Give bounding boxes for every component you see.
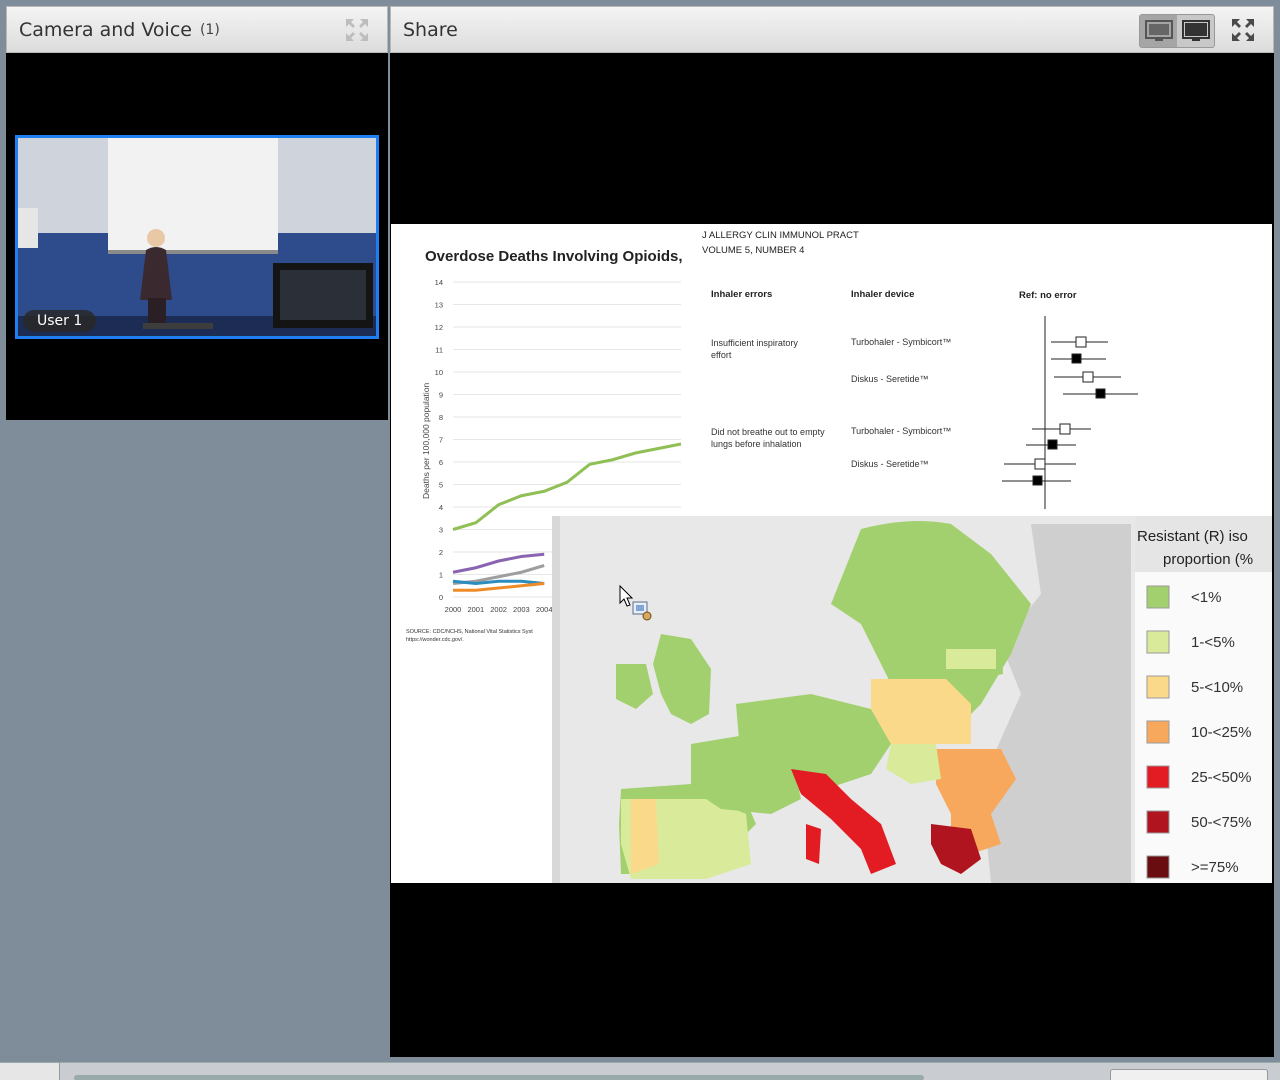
forest-plot [1002,316,1138,509]
x-tick-label: 2000 [445,605,462,614]
device-d-label: Diskus - Seretide™ [851,459,929,469]
camera-pod-header: Camera and Voice (1) [6,6,388,53]
x-tick-label: 2003 [513,605,530,614]
legend-label: >=75% [1191,859,1239,876]
device-a-label: Turbohaler - Symbicort™ [851,337,951,347]
device-c-label: Turbohaler - Symbicort™ [851,426,951,436]
webcam-video [18,138,376,336]
bottom-toolbar [0,1062,1280,1080]
col-inhaler-device: Inhaler device [851,289,914,300]
legend-swatch [1146,720,1170,744]
chart-title: Overdose Deaths Involving Opioids, [425,248,683,265]
legend-title-2: proportion (% [1163,551,1253,568]
share-pod-title: Share [403,18,458,41]
y-tick-label: 3 [439,526,443,535]
col-inhaler-errors: Inhaler errors [711,289,772,300]
legend-swatch [1146,765,1170,789]
chart-source: SOURCE: CDC/NCHS, National Vital Statist… [406,629,533,635]
series-line [453,582,545,592]
legend-label: 1-<5% [1191,634,1235,651]
x-tick-label: 2002 [490,605,507,614]
share-pod-body: Overdose Deaths Involving Opioids, Death… [390,53,1274,1057]
y-tick-label: 13 [435,301,443,310]
legend-swatch [1146,585,1170,609]
chart-source-url: https://wonder.cdc.gov/. [406,637,464,643]
legend-label: <1% [1191,589,1221,606]
fit-width-button[interactable] [1140,15,1177,47]
y-tick-label: 10 [435,368,443,377]
camera-pod-body: User 1 [6,53,388,420]
view-mode-toggle[interactable] [1139,14,1215,48]
x-tick-label: 2001 [467,605,484,614]
y-axis-ticks: 01234567891011121314 [435,278,443,602]
user-name-badge: User 1 [23,310,97,332]
series-line [452,579,545,586]
journal-name: J ALLERGY CLIN IMMUNOL PRACT [702,230,859,241]
camera-pod-title: Camera and Voice [19,18,192,41]
slide-canvas: Overdose Deaths Involving Opioids, Death… [406,230,1272,883]
attendee-count: (1) [199,21,220,38]
menu-button[interactable] [0,1063,60,1080]
error-2-label: Did not breathe out to empty [711,427,825,437]
legend-label: 10-<25% [1191,724,1251,741]
legend-swatch [1146,675,1170,699]
y-tick-label: 12 [435,323,443,332]
actual-size-button[interactable] [1177,15,1214,47]
fullscreen-icon[interactable] [343,16,371,44]
share-pod-header: Share [390,6,1274,53]
x-tick-label: 2004 [536,605,553,614]
camera-voice-pod: Camera and Voice (1) User 1 [6,6,388,420]
col-ref: Ref: no error [1019,290,1077,301]
x-axis-ticks: 2000 2001 2002 2003 2004 [445,605,553,614]
shared-slide: Overdose Deaths Involving Opioids, Death… [391,224,1272,883]
error-1-label: Insufficient inspiratory [711,338,798,348]
device-b-label: Diskus - Seretide™ [851,374,929,384]
share-action-button[interactable] [1110,1069,1268,1080]
y-tick-label: 7 [439,436,443,445]
monitor-actual-icon [1181,20,1210,41]
y-tick-label: 4 [439,503,443,512]
journal-volume: VOLUME 5, NUMBER 4 [702,245,804,256]
legend-label: 50-<75% [1191,814,1251,831]
y-tick-label: 11 [435,346,443,355]
horizontal-scrollbar[interactable] [74,1075,924,1080]
y-tick-label: 9 [439,391,443,400]
video-tile[interactable]: User 1 [15,135,379,339]
legend-title-1: Resistant (R) iso [1137,528,1248,545]
error-1-label-2: effort [711,350,732,360]
y-tick-label: 5 [439,481,443,490]
legend-label: 5-<10% [1191,679,1243,696]
legend-swatch [1146,855,1170,879]
y-tick-label: 1 [439,571,443,580]
y-axis-label: Deaths per 100,000 population [421,382,431,499]
legend-label: 25-<50% [1191,769,1251,786]
y-tick-label: 6 [439,458,443,467]
monitor-fit-icon [1144,20,1173,41]
legend-swatch [1146,810,1170,834]
y-tick-label: 2 [439,548,443,557]
error-2-label-2: lungs before inhalation [711,439,802,449]
legend-swatch [1146,630,1170,654]
share-pod: Share Overdose Deaths Involving Opioids,… [390,6,1274,1057]
y-tick-label: 14 [435,278,443,287]
fullscreen-icon[interactable] [1229,16,1257,44]
y-tick-label: 0 [439,593,443,602]
y-tick-label: 8 [439,413,443,422]
